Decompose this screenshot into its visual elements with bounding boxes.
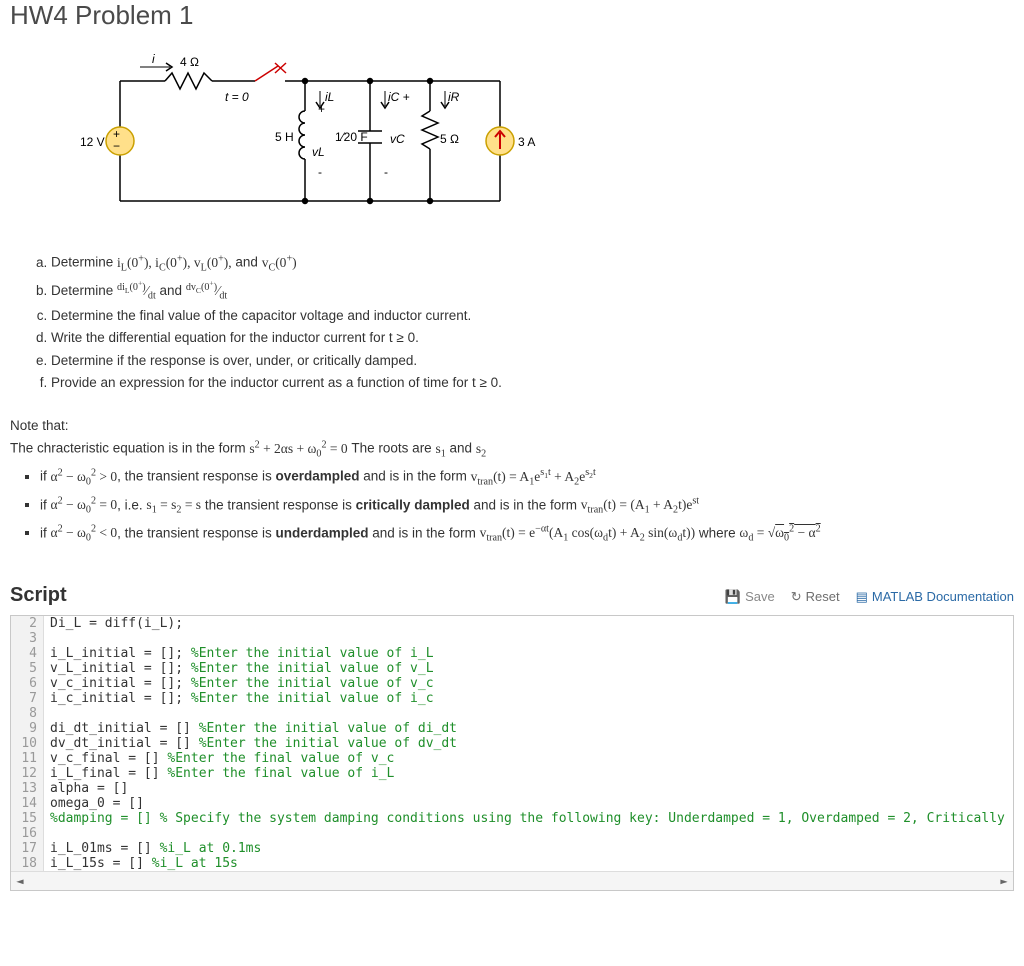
code-text[interactable]: i_L_15s = [] %i_L at 15s [44,856,1013,871]
line-number: 16 [11,826,44,841]
question-list: Determine iL(0+), iC(0+), vL(0+), and vC… [35,251,1014,393]
label-isrc: 3 A [518,135,535,149]
label-r1: 4 Ω [180,55,199,69]
code-text[interactable]: v_L_initial = []; %Enter the initial val… [44,661,1013,676]
code-line[interactable]: 4i_L_initial = []; %Enter the initial va… [11,646,1013,661]
script-heading: Script [10,584,67,607]
bullet-under: if α2 − ω02 < 0, the transient response … [40,524,1014,544]
line-number: 3 [11,631,44,646]
label-t0: t = 0 [225,90,249,104]
code-line[interactable]: 15%damping = [] % Specify the system dam… [11,811,1013,826]
notes-section: Note that: The chracteristic equation is… [10,418,1014,544]
code-text[interactable] [44,631,1013,646]
scroll-right-icon[interactable]: ► [995,874,1013,888]
save-icon: 💾 [725,589,741,605]
code-text[interactable] [44,706,1013,721]
code-text[interactable] [44,826,1013,841]
line-number: 17 [11,841,44,856]
q-d: Write the differential equation for the … [51,328,1014,348]
label-C: 1⁄20 F [335,130,368,144]
reset-icon: ↻ [791,589,802,605]
line-number: 11 [11,751,44,766]
line-number: 15 [11,811,44,826]
svg-text:−: − [113,139,120,153]
q-b: Determine diL(0+)⁄dt and dvC(0+)⁄dt [51,277,1014,304]
code-line[interactable]: 12i_L_final = [] %Enter the final value … [11,766,1013,781]
line-number: 8 [11,706,44,721]
line-number: 13 [11,781,44,796]
q-e: Determine if the response is over, under… [51,351,1014,371]
svg-text:-: - [318,165,322,179]
code-line[interactable]: 18i_L_15s = [] %i_L at 15s [11,856,1013,871]
reset-button[interactable]: ↻ Reset [791,589,840,605]
label-r2: 5 Ω [440,132,459,146]
save-button[interactable]: 💾 Save [725,589,775,605]
label-vsrc: 12 V [80,135,105,149]
line-number: 2 [11,616,44,631]
code-text[interactable]: alpha = [] [44,781,1013,796]
code-line[interactable]: 14omega_0 = [] [11,796,1013,811]
code-text[interactable]: di_dt_initial = [] %Enter the initial va… [44,721,1013,736]
code-text[interactable]: i_L_01ms = [] %i_L at 0.1ms [44,841,1013,856]
code-line[interactable]: 16 [11,826,1013,841]
code-line[interactable]: 13alpha = [] [11,781,1013,796]
code-editor[interactable]: 2Di_L = diff(i_L);34i_L_initial = []; %E… [10,615,1014,891]
code-line[interactable]: 3 [11,631,1013,646]
label-iC: iC + [388,90,410,104]
line-number: 4 [11,646,44,661]
line-number: 7 [11,691,44,706]
line-number: 6 [11,676,44,691]
code-text[interactable]: dv_dt_initial = [] %Enter the initial va… [44,736,1013,751]
code-line[interactable]: 6v_c_initial = []; %Enter the initial va… [11,676,1013,691]
label-L: 5 H [275,130,294,144]
line-number: 14 [11,796,44,811]
code-line[interactable]: 11v_c_final = [] %Enter the final value … [11,751,1013,766]
line-number: 5 [11,661,44,676]
code-text[interactable]: omega_0 = [] [44,796,1013,811]
bullet-crit: if α2 − ω02 = 0, i.e. s1 = s2 = s the tr… [40,496,1014,516]
code-line[interactable]: 17i_L_01ms = [] %i_L at 0.1ms [11,841,1013,856]
line-number: 9 [11,721,44,736]
code-text[interactable]: i_L_initial = []; %Enter the initial val… [44,646,1013,661]
q-f: Provide an expression for the inductor c… [51,373,1014,393]
bullet-over: if α2 − ω02 > 0, the transient response … [40,467,1014,487]
code-text[interactable]: i_L_final = [] %Enter the final value of… [44,766,1013,781]
code-text[interactable]: v_c_initial = []; %Enter the initial val… [44,676,1013,691]
code-text[interactable]: Di_L = diff(i_L); [44,616,1013,631]
line-number: 10 [11,736,44,751]
page-title: HW4 Problem 1 [10,0,1014,31]
code-line[interactable]: 5v_L_initial = []; %Enter the initial va… [11,661,1013,676]
code-line[interactable]: 2Di_L = diff(i_L); [11,616,1013,631]
book-icon: ▤ [856,589,868,605]
label-vL: vL [312,145,325,159]
code-text[interactable]: %damping = [] % Specify the system dampi… [44,811,1013,826]
line-number: 18 [11,856,44,871]
scroll-left-icon[interactable]: ◄ [11,874,29,888]
line-number: 12 [11,766,44,781]
label-i: i [152,52,155,66]
label-iR: iR [448,90,460,104]
code-text[interactable]: i_c_initial = []; %Enter the initial val… [44,691,1013,706]
code-line[interactable]: 8 [11,706,1013,721]
code-text[interactable]: v_c_final = [] %Enter the final value of… [44,751,1013,766]
char-eq: The chracteristic equation is in the for… [10,439,1014,459]
code-line[interactable]: 10dv_dt_initial = [] %Enter the initial … [11,736,1013,751]
code-line[interactable]: 9di_dt_initial = [] %Enter the initial v… [11,721,1013,736]
code-line[interactable]: 7i_c_initial = []; %Enter the initial va… [11,691,1013,706]
label-vC: vC [390,132,405,146]
h-scrollbar[interactable]: ◄ ► [11,871,1013,890]
svg-text:-: - [384,165,388,179]
label-iL: iL [325,90,334,104]
svg-text:+: + [318,102,325,116]
note-that: Note that: [10,418,1014,433]
docs-link[interactable]: ▤ MATLAB Documentation [856,589,1014,605]
q-c: Determine the final value of the capacit… [51,306,1014,326]
q-a: Determine iL(0+), iC(0+), vL(0+), and vC… [51,251,1014,275]
circuit-diagram: i 4 Ω t = 0 iL iC + iR 12 V + − 5 H vL 1… [80,51,540,231]
